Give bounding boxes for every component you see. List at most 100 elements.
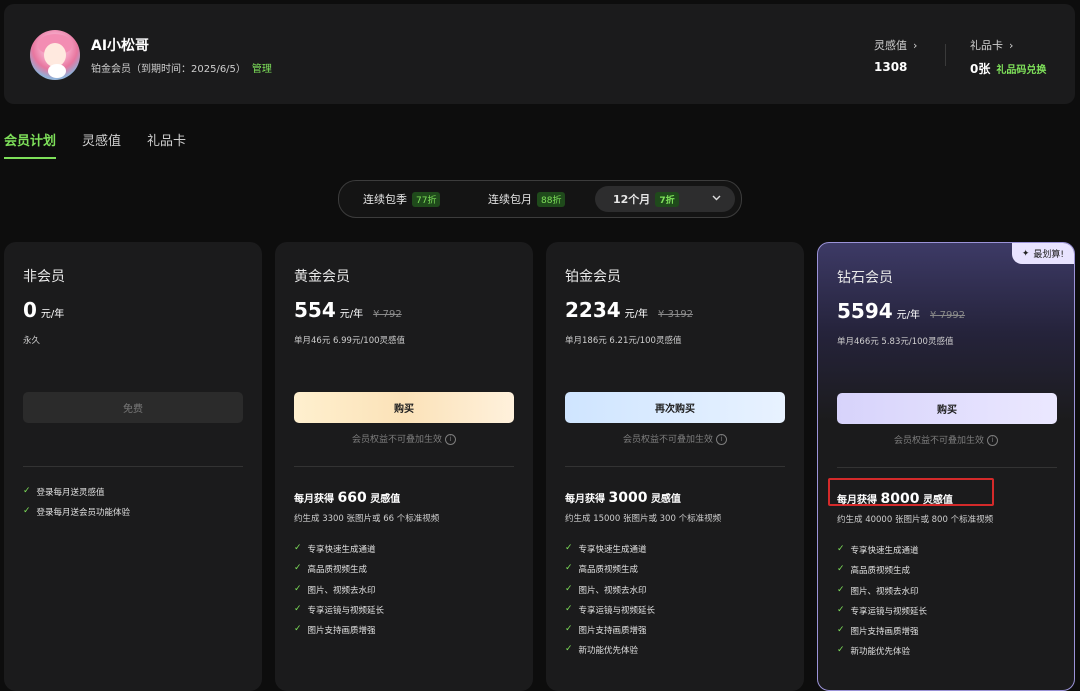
period-option-quarterly[interactable]: 连续包季 77折 xyxy=(363,186,441,212)
list-item: ✓ 专享快速生成通道 xyxy=(565,543,647,555)
monthly-gain: 每月获得 3000 灵感值 xyxy=(565,490,681,506)
plan-card-gold: 黄金会员 554 元/年 ¥ 792 单月46元 6.99元/100灵感值 购买… xyxy=(275,242,533,691)
info-icon[interactable]: i xyxy=(987,435,998,446)
stacking-note: 会员权益不可叠加生效 i xyxy=(275,432,533,445)
plan-card-free: 非会员 0 元/年 永久 免费 ✓ 登录每月送灵感值 ✓ 登录每月送会员功能体验 xyxy=(4,242,262,691)
list-item: ✓ 高品质视频生成 xyxy=(565,563,639,576)
price-value: 0 xyxy=(23,298,37,322)
discount-badge: 7折 xyxy=(655,191,679,207)
plan-price: 2234 元/年 ¥ 3192 xyxy=(565,298,693,322)
list-item: ✓ 图片支持画质增强 xyxy=(294,624,376,637)
gift-card-label: 礼品卡 xyxy=(970,39,1003,52)
check-icon: ✓ xyxy=(565,624,573,635)
membership-status: 铂金会员（到期时间：2025/6/5） 管理 xyxy=(91,60,272,75)
info-icon[interactable]: i xyxy=(445,434,456,445)
membership-text: 铂金会员（到期时间：2025/6/5） xyxy=(91,64,246,75)
tab-membership-plan[interactable]: 会员计划 xyxy=(4,130,57,159)
gain-value: 3000 xyxy=(608,490,648,506)
check-icon: ✓ xyxy=(565,644,573,655)
stacking-note: 会员权益不可叠加生效 i xyxy=(546,432,804,445)
plan-name: 钻石会员 xyxy=(837,270,893,286)
plan-name: 铂金会员 xyxy=(565,269,621,285)
rebuy-button[interactable]: 再次购买 xyxy=(565,392,785,423)
price-value: 554 xyxy=(294,298,336,322)
best-value-badge: ✦ 最划算! xyxy=(1011,243,1074,264)
check-icon: ✓ xyxy=(294,624,302,635)
chevron-down-icon[interactable] xyxy=(712,193,721,204)
feature-list: ✓ 专享快速生成通道 ✓ 高品质视频生成 ✓ 图片、视频去水印 ✓ 专享运镜与视频延长 … xyxy=(837,544,927,666)
period-label: 连续包月 xyxy=(488,193,532,206)
redeem-gift-code-link[interactable]: 礼品码兑换 xyxy=(996,65,1046,76)
divider xyxy=(294,466,514,467)
buy-button[interactable]: 购买 xyxy=(837,393,1057,424)
inspiration-stat[interactable]: 灵感值 › 1308 xyxy=(874,37,918,75)
free-button[interactable]: 免费 xyxy=(23,392,243,423)
inspiration-label: 灵感值 xyxy=(874,39,907,52)
avatar[interactable] xyxy=(30,30,80,80)
list-item: ✓ 专享运镜与视频延长 xyxy=(294,603,385,616)
manage-link[interactable]: 管理 xyxy=(252,64,272,75)
list-item: ✓ 新功能优先体验 xyxy=(837,645,911,658)
chevron-right-icon: › xyxy=(913,38,918,52)
plan-name: 黄金会员 xyxy=(294,269,350,285)
list-item: ✓ 新功能优先体验 xyxy=(565,644,639,657)
gain-subtitle: 约生成 3300 张图片或 66 个标准视频 xyxy=(294,514,440,524)
check-icon: ✓ xyxy=(837,645,845,656)
plan-card-platinum: 铂金会员 2234 元/年 ¥ 3192 单月186元 6.21元/100灵感值… xyxy=(546,242,804,691)
list-item: ✓ 登录每月送会员功能体验 xyxy=(23,506,131,519)
list-item: ✓ 图片支持画质增强 xyxy=(565,624,647,637)
feature-list: ✓ 专享快速生成通道 ✓ 高品质视频生成 ✓ 图片、视频去水印 ✓ 专享运镜与视频延长 … xyxy=(565,543,655,665)
sparkle-icon: ✦ xyxy=(1021,248,1030,259)
check-icon: ✓ xyxy=(837,544,845,554)
tab-inspiration[interactable]: 灵感值 xyxy=(82,130,121,159)
check-icon: ✓ xyxy=(565,563,573,574)
check-icon: ✓ xyxy=(23,506,31,517)
plan-price: 0 元/年 xyxy=(23,298,64,322)
stacking-note: 会员权益不可叠加生效 i xyxy=(818,433,1074,446)
original-price: ¥ 3192 xyxy=(658,309,694,320)
period-option-12-months[interactable]: 12个月 7折 xyxy=(595,186,735,212)
period-option-monthly[interactable]: 连续包月 88折 xyxy=(488,186,566,212)
check-icon: ✓ xyxy=(837,604,845,615)
feature-list: ✓ 登录每月送灵感值 ✓ 登录每月送会员功能体验 xyxy=(23,486,130,527)
original-price: ¥ 7992 xyxy=(930,310,966,321)
gain-subtitle: 约生成 15000 张图片或 300 个标准视频 xyxy=(565,514,722,524)
monthly-gain: 每月获得 8000 灵感值 xyxy=(837,491,953,507)
billing-period-selector: 连续包季 77折 连续包月 88折 12个月 7折 xyxy=(338,180,742,218)
list-item: ✓ 专享快速生成通道 xyxy=(837,544,919,556)
info-icon[interactable]: i xyxy=(716,434,727,445)
list-item: ✓ 高品质视频生成 xyxy=(837,564,911,577)
plan-card-diamond: ✦ 最划算! 钻石会员 5594 元/年 ¥ 7992 单月466元 5.83元/… xyxy=(817,242,1075,691)
divider xyxy=(23,466,243,467)
plan-subtitle: 单月46元 6.99元/100灵感值 xyxy=(294,336,406,346)
check-icon: ✓ xyxy=(23,486,31,496)
price-unit: 元/年 xyxy=(339,309,364,320)
buy-button[interactable]: 购买 xyxy=(294,392,514,423)
list-item: ✓ 登录每月送灵感值 xyxy=(23,486,105,498)
check-icon: ✓ xyxy=(837,564,845,575)
price-value: 2234 xyxy=(565,298,621,322)
discount-badge: 88折 xyxy=(537,191,566,207)
feature-list: ✓ 专享快速生成通道 ✓ 高品质视频生成 ✓ 图片、视频去水印 ✓ 专享运镜与视频延长 … xyxy=(294,543,384,644)
check-icon: ✓ xyxy=(294,603,302,614)
gain-value: 660 xyxy=(337,490,367,506)
divider xyxy=(565,466,785,467)
gain-subtitle: 约生成 40000 张图片或 800 个标准视频 xyxy=(837,515,994,525)
profile-header: AI小松哥 铂金会员（到期时间：2025/6/5） 管理 灵感值 › 1308 礼品… xyxy=(4,4,1075,104)
avatar-pet xyxy=(48,64,66,78)
list-item: ✓ 图片、视频去水印 xyxy=(837,584,919,597)
gift-card-stat[interactable]: 礼品卡 › 0张 礼品码兑换 xyxy=(970,37,1046,77)
list-item: ✓ 图片支持画质增强 xyxy=(837,625,919,638)
plan-subtitle: 单月186元 6.21元/100灵感值 xyxy=(565,336,682,346)
check-icon: ✓ xyxy=(565,603,573,614)
gain-value: 8000 xyxy=(880,491,920,507)
price-unit: 元/年 xyxy=(896,310,921,321)
monthly-gain: 每月获得 660 灵感值 xyxy=(294,490,401,506)
list-item: ✓ 专享运镜与视频延长 xyxy=(837,604,928,617)
divider xyxy=(837,467,1057,468)
check-icon: ✓ xyxy=(565,583,573,594)
check-icon: ✓ xyxy=(837,625,845,636)
tab-gift-card[interactable]: 礼品卡 xyxy=(147,130,186,159)
list-item: ✓ 专享快速生成通道 xyxy=(294,543,376,555)
plan-subtitle: 单月466元 5.83元/100灵感值 xyxy=(837,337,954,347)
